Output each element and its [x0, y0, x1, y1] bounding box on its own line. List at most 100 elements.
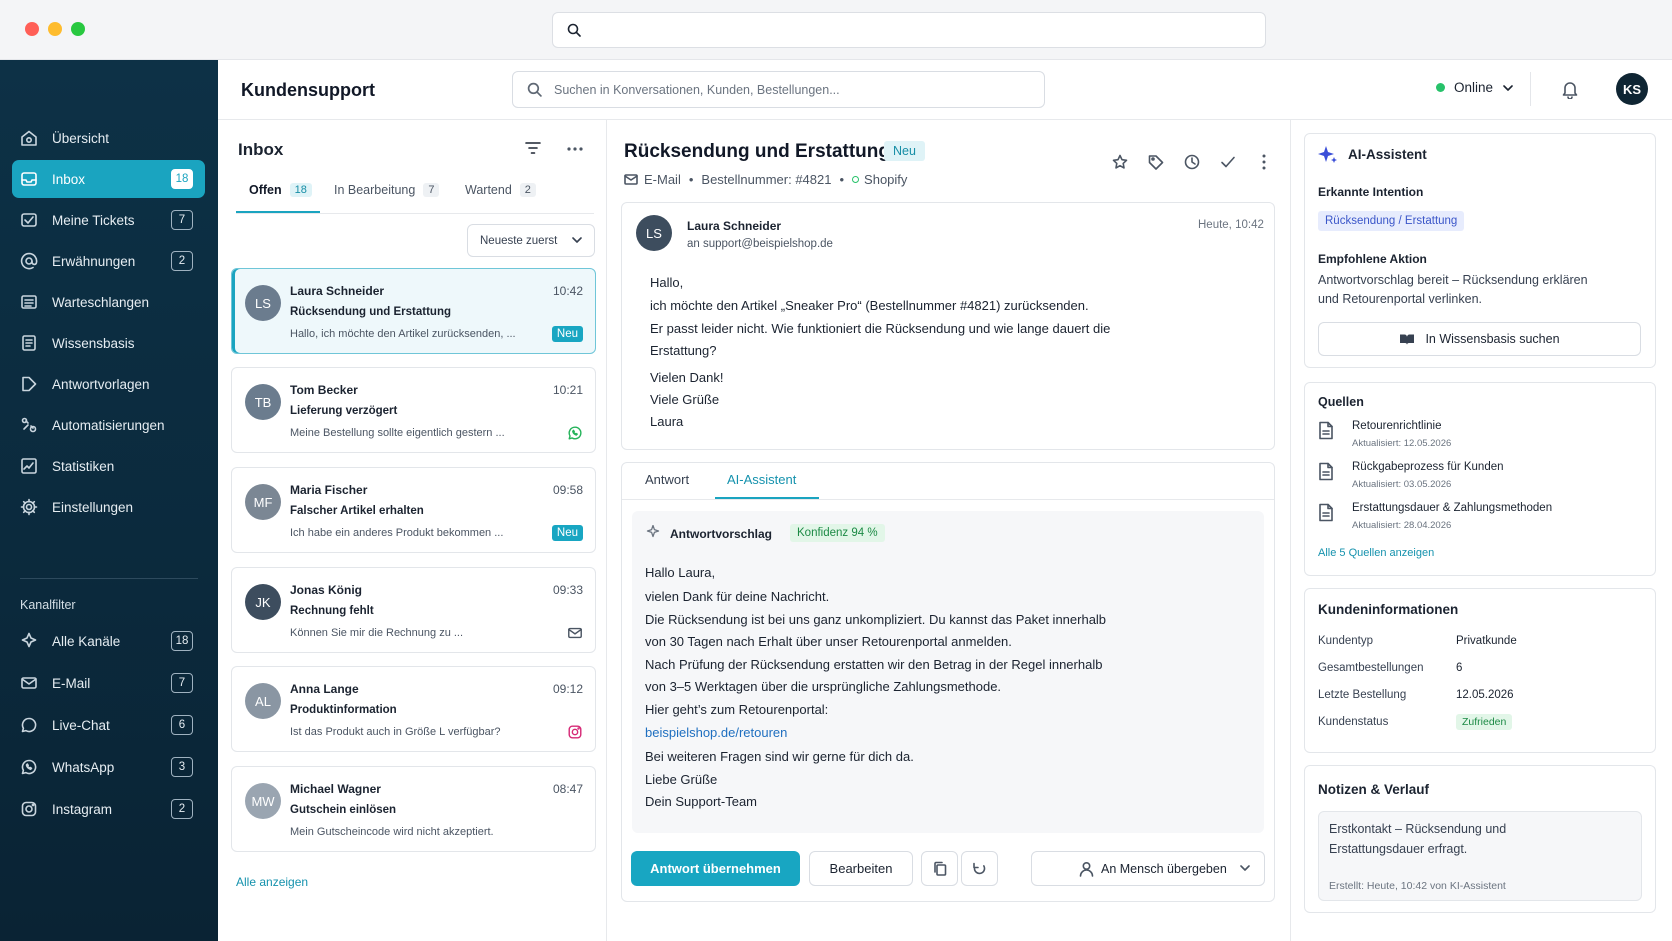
instagram-icon [568, 725, 582, 739]
count-badge: 7 [171, 673, 193, 693]
user-icon [1079, 861, 1094, 877]
tab-reply[interactable]: Antwort [645, 472, 689, 487]
search-input[interactable]: Suchen in Konversationen, Kunden, Bestel… [512, 71, 1045, 108]
count-badge: 18 [171, 169, 193, 189]
window-minimize-button[interactable] [48, 22, 62, 36]
conversation-card[interactable]: JK Jonas König Rechnung fehlt Können Sie mi… [231, 567, 596, 653]
total-orders-value: 6 [1456, 662, 1463, 674]
customer-type-label: Kundentyp [1318, 635, 1373, 647]
reply-tabs-divider [622, 499, 1274, 500]
gear-icon [20, 498, 38, 516]
status-badge: Neu [884, 141, 925, 161]
check-icon[interactable] [1220, 154, 1236, 170]
tab-label: Wartend [465, 183, 512, 197]
channel-indicator [567, 625, 583, 641]
channel-filter-chat[interactable]: Live-Chat 6 [12, 706, 205, 744]
accept-reply-button[interactable]: Antwort übernehmen [631, 851, 800, 886]
sidebar-item-gear[interactable]: Einstellungen [12, 488, 205, 526]
channel-label: E-Mail [644, 172, 681, 187]
nav-label: Automatisierungen [52, 417, 165, 433]
conversation-card[interactable]: AL Anna Lange Produktinformation Ist das Pr… [231, 666, 596, 752]
message-line: Hallo, [650, 275, 684, 290]
sort-select[interactable]: Neueste zuerst [467, 224, 595, 257]
source-title[interactable]: Retourenrichtlinie [1352, 420, 1442, 432]
tab-open[interactable]: Offen 18 [249, 183, 312, 197]
sidebar-item-book[interactable]: Wissensbasis [12, 324, 205, 362]
intent-tag: Rücksendung / Erstattung [1318, 211, 1465, 231]
tab-ai-assistant[interactable]: AI-Assistent [727, 472, 796, 487]
channel-filter-heading: Kanalfilter [20, 598, 76, 612]
user-avatar[interactable]: KS [1616, 73, 1648, 105]
sidebar-item-at[interactable]: Erwähnungen 2 [12, 242, 205, 280]
regenerate-button[interactable] [961, 851, 998, 886]
sidebar-item-queue[interactable]: Warteschlangen [12, 283, 205, 321]
contact-name: Michael Wagner [290, 782, 381, 796]
bell-icon[interactable] [1561, 80, 1579, 99]
show-all-link[interactable]: Alle anzeigen [236, 875, 308, 889]
document-item[interactable] [1318, 503, 1334, 522]
clock-icon[interactable] [1184, 154, 1200, 170]
return-portal-link[interactable]: beispielshop.de/retouren [645, 725, 787, 740]
sidebar-item-chart[interactable]: Statistiken [12, 447, 205, 485]
tag-icon[interactable] [1148, 154, 1164, 170]
total-orders-label: Gesamtbestellungen [1318, 662, 1424, 674]
edit-button[interactable]: Bearbeiten [809, 851, 913, 886]
message-preview: Ich habe ein anderes Produkt bekommen ..… [290, 527, 504, 539]
conversation-card[interactable]: TB Tom Becker Lieferung verzögert Meine Bes… [231, 367, 596, 453]
contact-name: Jonas König [290, 583, 363, 597]
header-divider [1530, 72, 1531, 106]
sparkle-icon [646, 525, 660, 538]
search-icon [567, 23, 581, 37]
window-maximize-button[interactable] [71, 22, 85, 36]
filter-icon[interactable] [525, 142, 541, 154]
tabs-divider [236, 213, 594, 214]
right-panel-divider [1290, 120, 1291, 941]
tab-in-progress[interactable]: In Bearbeitung 7 [334, 183, 440, 197]
copy-button[interactable] [921, 851, 958, 886]
tab-waiting[interactable]: Wartend 2 [465, 183, 536, 197]
status-selector[interactable]: Online [1436, 80, 1513, 95]
search-knowledge-base-button[interactable]: In Wissensbasis suchen [1318, 322, 1641, 356]
nav-label: Warteschlangen [52, 294, 150, 310]
document-icon [1319, 462, 1333, 481]
recipient: an support@beispielshop.de [687, 238, 833, 250]
sidebar-item-ticket[interactable]: Meine Tickets 7 [12, 201, 205, 239]
sidebar-item-template[interactable]: Antwortvorlagen [12, 365, 205, 403]
handover-button[interactable]: An Mensch übergeben [1031, 851, 1265, 886]
template-icon [22, 376, 37, 392]
source-title[interactable]: Rückgabeprozess für Kunden [1352, 461, 1504, 473]
more-horizontal-icon[interactable] [567, 147, 583, 151]
conversation-card[interactable]: MF Maria Fischer Falscher Artikel erhalten… [231, 467, 596, 553]
channel-filter-instagram[interactable]: Instagram 2 [12, 790, 205, 828]
channel-filter-whatsapp[interactable]: WhatsApp 3 [12, 748, 205, 786]
sources-heading: Quellen [1318, 395, 1364, 409]
document-item[interactable] [1318, 462, 1334, 481]
action-heading: Empfohlene Aktion [1318, 252, 1427, 266]
window-close-button[interactable] [25, 22, 39, 36]
show-all-sources-link[interactable]: Alle 5 Quellen anzeigen [1318, 547, 1434, 559]
channel-filter-all-channels[interactable]: Alle Kanäle 18 [12, 622, 205, 660]
message-time: 09:58 [552, 483, 583, 497]
nav-label: Alle Kanäle [52, 633, 121, 649]
contact-avatar: TB [245, 384, 281, 420]
suggestion-box [632, 511, 1264, 833]
sidebar-item-inbox[interactable]: Inbox 18 [12, 160, 205, 198]
last-order-label: Letzte Bestellung [1318, 689, 1407, 701]
more-vertical-icon[interactable] [1262, 154, 1266, 170]
message-time: Heute, 10:42 [1198, 219, 1264, 231]
chevron-down-icon [1503, 84, 1513, 91]
browser-address-bar[interactable] [552, 12, 1266, 48]
conversation-card[interactable]: LS Laura Schneider Rücksendung und Erstatt… [231, 268, 596, 354]
document-item[interactable] [1318, 421, 1334, 440]
mail-icon [21, 677, 37, 689]
source-title[interactable]: Erstattungsdauer & Zahlungsmethoden [1352, 502, 1552, 514]
sidebar-item-automation[interactable]: Automatisierungen [12, 406, 205, 444]
conversation-card[interactable]: MW Michael Wagner Gutschein einlösen Mein G… [231, 766, 596, 852]
note-text: Erstkontakt – Rücksendung und [1329, 822, 1507, 836]
sort-label: Neueste zuerst [480, 234, 558, 247]
contact-avatar: MF [245, 484, 281, 520]
star-icon[interactable] [1112, 154, 1128, 170]
sidebar-item-home[interactable]: Übersicht [12, 119, 205, 157]
book-icon [1400, 334, 1415, 345]
channel-filter-mail[interactable]: E-Mail 7 [12, 664, 205, 702]
